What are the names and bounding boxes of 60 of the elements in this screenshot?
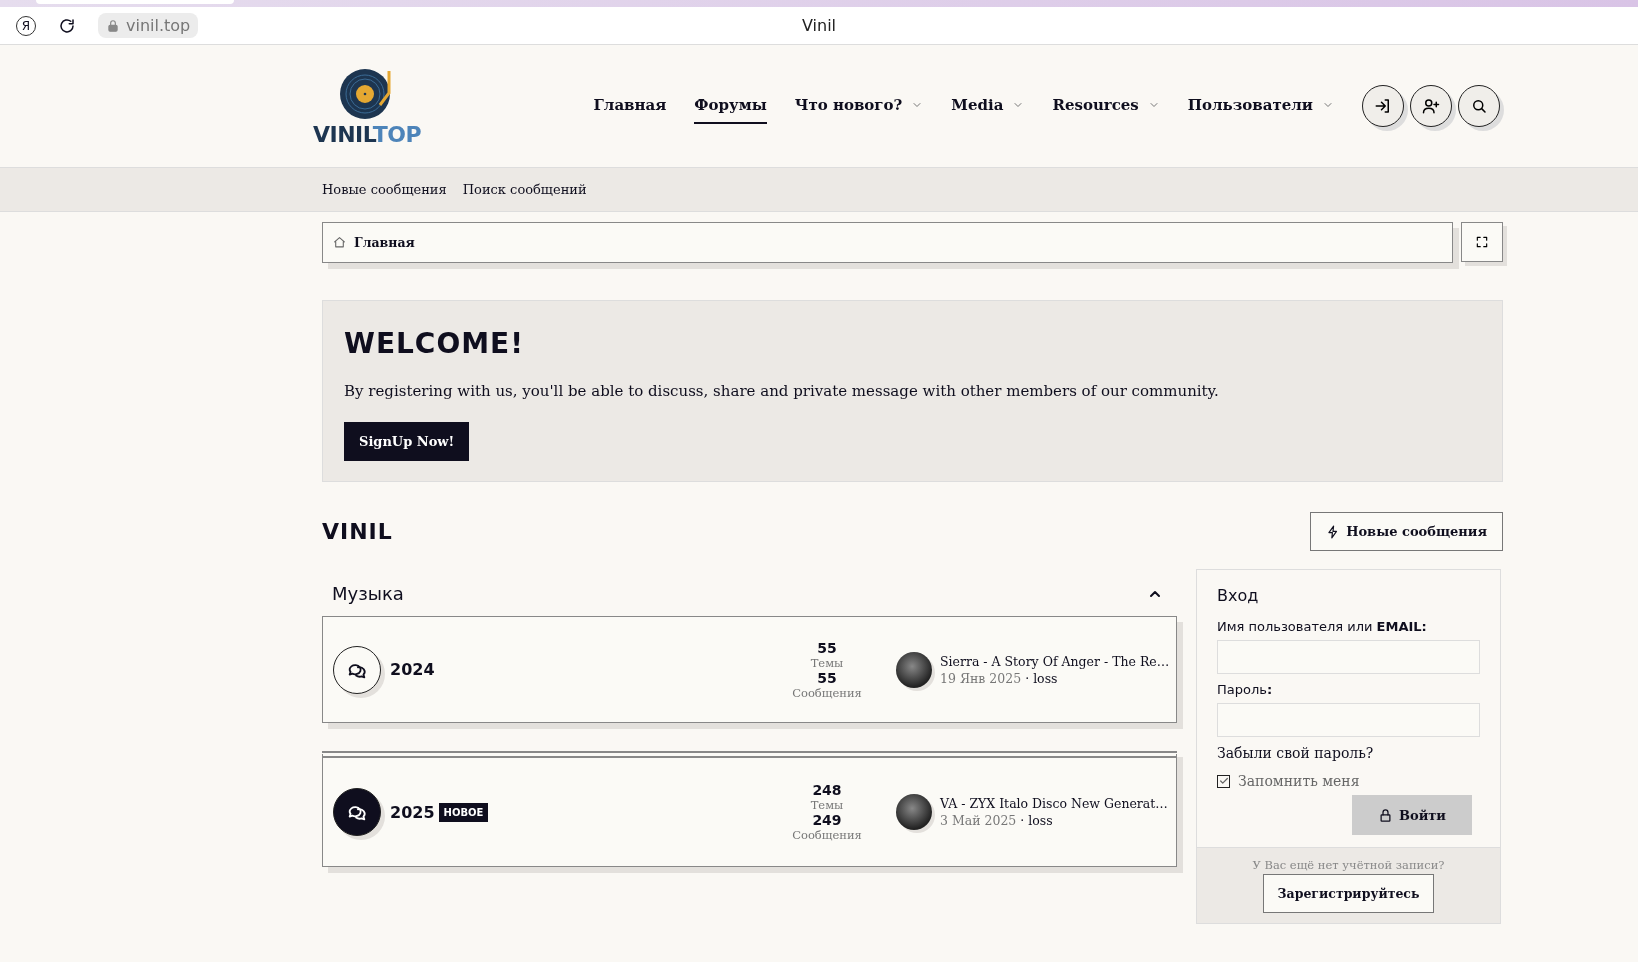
stat-value: 248: [812, 782, 842, 798]
forgot-password-link[interactable]: Забыли свой пароль?: [1217, 745, 1480, 761]
expand-icon: [1475, 235, 1489, 249]
post-date: 3 Май 2025: [940, 813, 1017, 828]
last-post-link[interactable]: VA - ZYX Italo Disco New Generat…: [940, 796, 1166, 811]
nav-tab[interactable]: Что нового?: [794, 88, 924, 124]
avatar[interactable]: [896, 794, 932, 830]
category-title[interactable]: Музыка: [332, 583, 404, 604]
stat-label: Сообщения: [792, 685, 862, 700]
site-logo[interactable]: VINILTOP: [313, 65, 422, 147]
remember-checkbox[interactable]: [1217, 774, 1230, 788]
separator: ·: [1025, 670, 1030, 686]
last-post-link[interactable]: Sierra - A Story Of Anger - The Re…: [940, 653, 1166, 669]
new-posts-button[interactable]: Новые сообщения: [1310, 512, 1503, 551]
address-bar[interactable]: vinil.top: [98, 13, 199, 38]
post-date: 19 Янв 2025: [940, 670, 1022, 686]
breadcrumb-link[interactable]: Главная: [354, 235, 415, 250]
checkmark-icon: [1218, 776, 1229, 786]
nav-tab[interactable]: Главная: [593, 88, 667, 124]
username-link[interactable]: loss: [1033, 670, 1058, 686]
nav-tab[interactable]: Media: [951, 88, 1025, 124]
nav-tab[interactable]: Форумы: [694, 88, 767, 124]
welcome-text: By registering with us, you'll be able to discuss, share and private message with other members of our community.: [344, 382, 1219, 400]
forum-title-link[interactable]: 2024: [390, 660, 435, 679]
welcome-title: WELCOME!: [344, 327, 524, 360]
stat-label: Сообщения: [792, 828, 862, 842]
stat-label: Темы: [810, 655, 844, 670]
stat-label: Темы: [810, 798, 844, 812]
forum-title: VINIL: [322, 519, 393, 544]
stat-value: 55: [817, 669, 837, 686]
stat-value: 249: [812, 812, 842, 828]
lock-icon: [106, 18, 120, 33]
new-label: НОВОЕ: [438, 802, 489, 822]
checkbox-label: Запомнить меня: [1238, 773, 1360, 789]
signup-button[interactable]: SignUp Now!: [344, 422, 470, 461]
page-title: Vinil: [801, 16, 837, 35]
field-label: Пароль:: [1217, 682, 1274, 697]
reload-icon: [58, 16, 76, 35]
nav-tab[interactable]: Resources: [1052, 88, 1160, 124]
sign-in-icon: [1374, 97, 1392, 115]
lock-icon: [1378, 807, 1393, 823]
login-button[interactable]: Войти: [1352, 795, 1472, 835]
forum-title-link[interactable]: 2025: [390, 802, 435, 822]
subnav-link[interactable]: Поиск сообщений: [462, 182, 587, 197]
separator: ·: [1020, 813, 1025, 828]
user-plus-icon: [1422, 97, 1440, 115]
nav-tab[interactable]: Пользователи: [1187, 88, 1334, 124]
stat-value: 55: [817, 639, 837, 656]
search-icon: [1470, 97, 1488, 115]
avatar[interactable]: [896, 651, 932, 688]
no-account-text: У Вас ещё нет учётной записи?: [1252, 858, 1445, 872]
username-link[interactable]: loss: [1028, 813, 1053, 828]
home-icon: [333, 236, 346, 249]
field-label: Имя пользователя или EMAIL:: [1217, 619, 1428, 634]
register-button[interactable]: Зарегистрируйтесь: [1262, 874, 1435, 913]
username-field[interactable]: [1217, 640, 1480, 674]
panel-title: Вход: [1217, 586, 1260, 605]
password-field[interactable]: [1217, 703, 1480, 737]
logo-text: VINILTOP: [313, 121, 422, 147]
subnav-link[interactable]: Новые сообщения: [322, 182, 447, 197]
